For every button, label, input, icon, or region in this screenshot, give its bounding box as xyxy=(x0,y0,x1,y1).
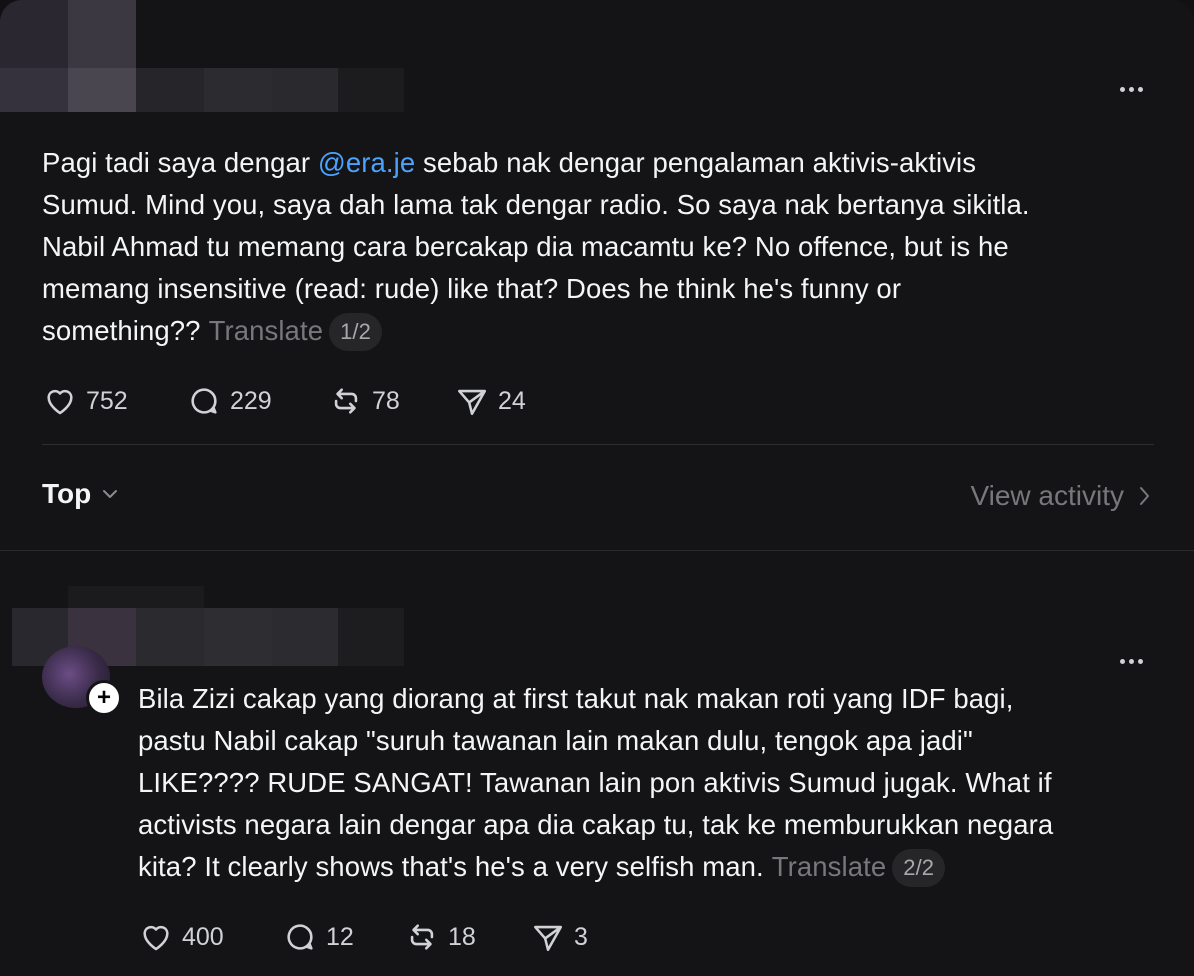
post-2-text: Bila Zizi cakap yang diorang at first ta… xyxy=(138,678,1178,888)
repost-button[interactable]: 18 xyxy=(404,920,530,954)
ellipsis-icon xyxy=(1120,87,1125,92)
share-count: 3 xyxy=(574,922,588,951)
mention-link[interactable]: @era.je xyxy=(318,147,415,178)
divider xyxy=(42,444,1154,445)
reply-button[interactable]: 229 xyxy=(186,384,328,418)
heart-icon xyxy=(47,389,73,415)
paper-plane-icon xyxy=(457,389,487,416)
translate-link[interactable]: Translate xyxy=(209,315,324,346)
heart-icon xyxy=(143,925,169,951)
speech-bubble-icon xyxy=(287,924,313,950)
plus-icon: + xyxy=(96,684,111,711)
repost-count: 78 xyxy=(372,386,400,415)
speech-bubble-icon xyxy=(191,388,217,414)
view-activity-link[interactable]: View activity xyxy=(970,480,1150,512)
more-options-button-1[interactable] xyxy=(1120,74,1147,96)
ellipsis-icon xyxy=(1120,659,1125,664)
share-button[interactable]: 24 xyxy=(454,384,526,418)
like-count: 400 xyxy=(182,922,224,951)
repost-count: 18 xyxy=(448,922,476,951)
chevron-down-icon xyxy=(103,490,118,498)
follow-button[interactable]: + xyxy=(86,680,122,716)
section-divider xyxy=(0,550,1194,551)
more-options-button-2[interactable] xyxy=(1120,646,1147,668)
post-2-actions: 400 12 18 3 xyxy=(138,920,588,954)
share-count: 24 xyxy=(498,386,526,415)
chevron-right-icon xyxy=(1140,487,1149,505)
thread-index-badge: 1/2 xyxy=(329,313,382,351)
post-1-actions: 752 229 78 24 xyxy=(42,384,526,418)
reply-button[interactable]: 12 xyxy=(282,920,404,954)
thread-index-badge: 2/2 xyxy=(892,849,946,887)
like-button[interactable]: 400 xyxy=(138,920,282,954)
repost-button[interactable]: 78 xyxy=(328,384,454,418)
repost-icon xyxy=(334,388,358,414)
share-button[interactable]: 3 xyxy=(530,920,588,954)
like-button[interactable]: 752 xyxy=(42,384,186,418)
sort-dropdown[interactable]: Top xyxy=(42,478,119,510)
thread-view: Pagi tadi saya dengar @era.je sebab nak … xyxy=(0,0,1194,976)
translate-link[interactable]: Translate xyxy=(772,851,887,882)
repost-icon xyxy=(410,924,434,950)
post-1-text: Pagi tadi saya dengar @era.je sebab nak … xyxy=(42,142,1162,352)
reply-count: 12 xyxy=(326,922,354,951)
reply-count: 229 xyxy=(230,386,272,415)
like-count: 752 xyxy=(86,386,128,415)
paper-plane-icon xyxy=(533,925,563,952)
